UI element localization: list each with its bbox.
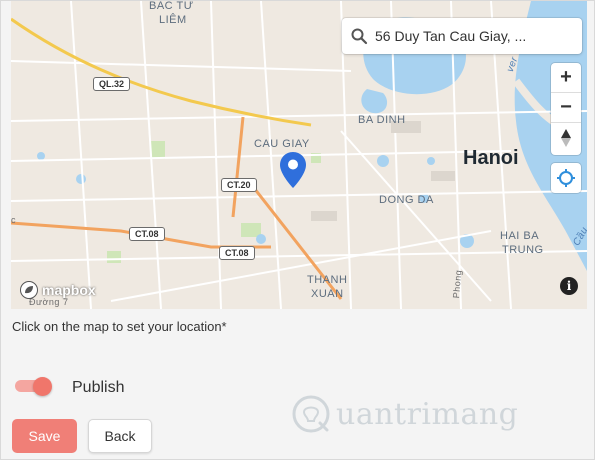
- plus-icon: +: [560, 66, 572, 88]
- map-label-xuan: XUAN: [311, 288, 344, 300]
- map-label-bac-tu-liem: BẮC TỪ: [149, 1, 194, 12]
- map-label-thanh: THANH: [307, 274, 348, 286]
- location-form: BẮC TỪ LIÊM CAU GIAY BA DINH Hanoi DONG …: [0, 0, 595, 460]
- map[interactable]: BẮC TỪ LIÊM CAU GIAY BA DINH Hanoi DONG …: [11, 1, 587, 309]
- map-label-trung: TRUNG: [502, 244, 544, 256]
- zoom-out-button[interactable]: −: [551, 93, 581, 123]
- mapbox-logo[interactable]: mapbox: [19, 280, 96, 300]
- road-badge-ct20: CT.20: [221, 178, 257, 192]
- map-label-bac-tu-liem-2: LIÊM: [159, 14, 187, 26]
- map-label-cau-giay: CAU GIAY: [254, 138, 310, 150]
- map-hint: Click on the map to set your location*: [12, 319, 227, 334]
- minus-icon: −: [560, 96, 572, 118]
- watermark-text: uantrimang: [336, 396, 519, 432]
- location-pin-icon[interactable]: [279, 151, 307, 189]
- road-badge-ql32: QL.32: [93, 77, 131, 91]
- road-badge-ct08-2: CT.08: [219, 246, 255, 260]
- publish-label: Publish: [72, 379, 125, 396]
- back-button[interactable]: Back: [88, 419, 152, 453]
- toggle-knob: [33, 377, 52, 396]
- road-badge-ct08: CT.08: [129, 227, 165, 241]
- mapbox-wordmark: mapbox: [42, 282, 96, 298]
- zoom-control: + −: [551, 63, 581, 155]
- map-label-hanoi: Hanoi: [463, 147, 519, 169]
- compass-icon: [561, 129, 571, 147]
- location-search[interactable]: [342, 18, 582, 54]
- search-icon: [351, 28, 368, 45]
- compass-button[interactable]: [551, 123, 581, 153]
- map-label-dong-da: DONG DA: [379, 194, 434, 206]
- publish-toggle[interactable]: [15, 377, 53, 396]
- save-button[interactable]: Save: [12, 419, 77, 453]
- mapbox-logo-icon: [20, 281, 38, 299]
- attribution-info-button[interactable]: i: [560, 277, 578, 295]
- search-input[interactable]: [375, 28, 570, 44]
- map-label-left-edge: c: [11, 215, 16, 225]
- geolocate-icon: [557, 169, 575, 187]
- map-label-ba-dinh: BA DINH: [358, 114, 406, 126]
- map-label-hai-ba: HAI BA: [500, 230, 540, 242]
- zoom-in-button[interactable]: +: [551, 63, 581, 93]
- watermark-logo-icon: [292, 395, 330, 433]
- geolocate-button[interactable]: [551, 163, 581, 193]
- info-icon: i: [566, 279, 572, 293]
- watermark: uantrimang: [290, 393, 518, 435]
